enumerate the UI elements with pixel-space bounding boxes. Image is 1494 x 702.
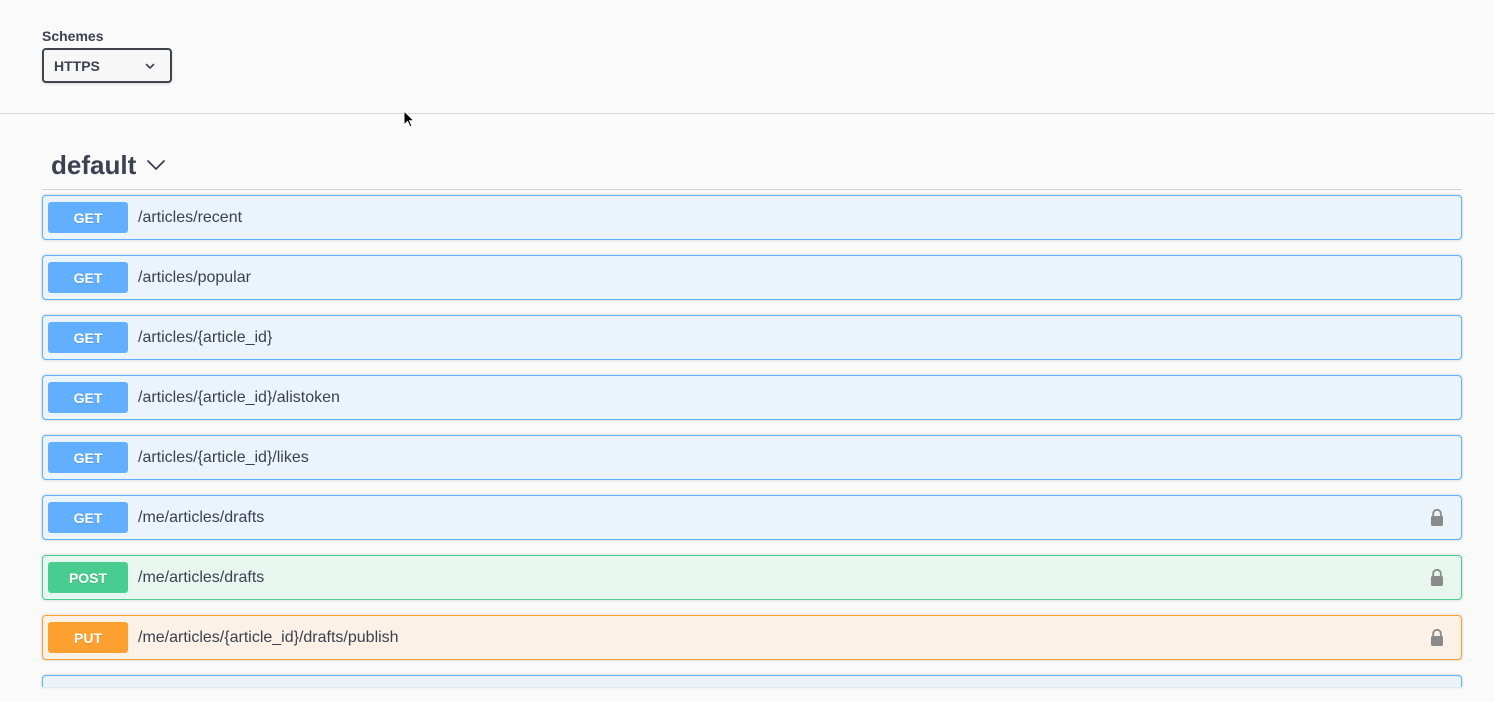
operation-row[interactable]: GET /articles/popular: [42, 255, 1462, 300]
method-badge: GET: [48, 202, 128, 233]
operation-path: /articles/{article_id}/alistoken: [138, 388, 340, 406]
lock-icon[interactable]: [1429, 568, 1445, 588]
operation-row[interactable]: PUT /me/articles/{article_id}/drafts/pub…: [42, 615, 1462, 660]
method-badge: PUT: [48, 622, 128, 653]
schemes-bar: Schemes HTTPS: [0, 0, 1494, 114]
operations-list: GET /articles/recent GET /articles/popul…: [42, 195, 1462, 702]
schemes-select[interactable]: HTTPS: [42, 48, 172, 83]
chevron-down-icon: [145, 63, 155, 69]
cursor-icon: [403, 110, 416, 128]
operation-row-partial[interactable]: [42, 675, 1462, 687]
lock-icon[interactable]: [1429, 628, 1445, 648]
operation-path: /articles/{article_id}: [138, 328, 273, 346]
operation-row[interactable]: GET /articles/{article_id}/likes: [42, 435, 1462, 480]
operation-row[interactable]: GET /articles/recent: [42, 195, 1462, 240]
method-badge: GET: [48, 442, 128, 473]
operation-path: /articles/{article_id}/likes: [138, 448, 309, 466]
method-badge: GET: [48, 502, 128, 533]
lock-icon[interactable]: [1429, 508, 1445, 528]
method-badge: GET: [48, 322, 128, 353]
operation-path: /articles/recent: [138, 208, 243, 226]
chevron-down-icon[interactable]: [146, 155, 166, 175]
operation-path: /me/articles/{article_id}/drafts/publish: [138, 628, 399, 646]
operation-row[interactable]: GET /articles/{article_id}/alistoken: [42, 375, 1462, 420]
operation-path: /me/articles/drafts: [138, 508, 265, 526]
tag-section-header[interactable]: default: [42, 140, 1462, 190]
method-badge: GET: [48, 262, 128, 293]
operation-row[interactable]: GET /me/articles/drafts: [42, 495, 1462, 540]
tag-title: default: [51, 149, 137, 180]
operation-row[interactable]: POST /me/articles/drafts: [42, 555, 1462, 600]
operation-path: /me/articles/drafts: [138, 568, 265, 586]
method-badge: GET: [48, 382, 128, 413]
method-badge: POST: [48, 562, 128, 593]
operation-row[interactable]: GET /articles/{article_id}: [42, 315, 1462, 360]
schemes-select-value: HTTPS: [54, 57, 100, 74]
operation-path: /articles/popular: [138, 268, 251, 286]
schemes-label: Schemes: [42, 28, 104, 44]
